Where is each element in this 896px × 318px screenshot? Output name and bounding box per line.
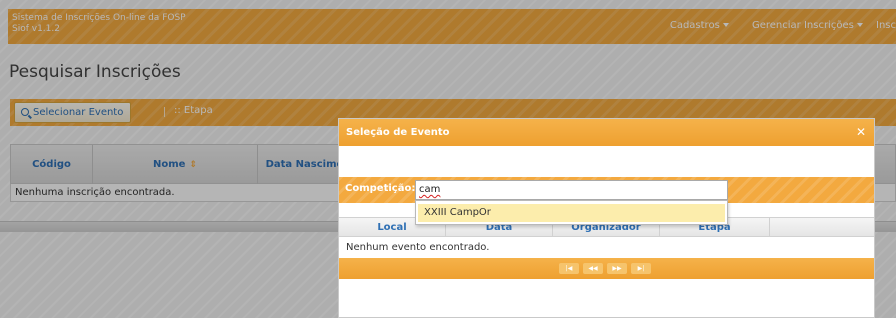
event-selection-dialog: Seleção de Evento ✕ Competição: cam Loca… bbox=[338, 118, 875, 318]
event-pager: |◀ ◀◀ ▶▶ ▶| bbox=[339, 258, 874, 279]
dialog-header: Seleção de Evento ✕ bbox=[339, 119, 874, 146]
close-icon[interactable]: ✕ bbox=[856, 119, 866, 146]
dialog-title: Seleção de Evento bbox=[346, 127, 450, 138]
autocomplete-option[interactable]: XXIII CampOr bbox=[418, 204, 725, 222]
next-page-icon[interactable]: ▶▶ bbox=[607, 263, 627, 274]
event-empty-message: Nenhum evento encontrado. bbox=[346, 242, 490, 253]
last-page-icon[interactable]: ▶| bbox=[631, 263, 651, 274]
autocomplete-dropdown: XXIII CampOr bbox=[415, 200, 728, 225]
competition-input[interactable]: cam bbox=[415, 180, 728, 200]
competition-input-value: cam bbox=[419, 184, 441, 195]
first-page-icon[interactable]: |◀ bbox=[559, 263, 579, 274]
prev-page-icon[interactable]: ◀◀ bbox=[583, 263, 603, 274]
competition-label: Competição: bbox=[345, 183, 416, 194]
